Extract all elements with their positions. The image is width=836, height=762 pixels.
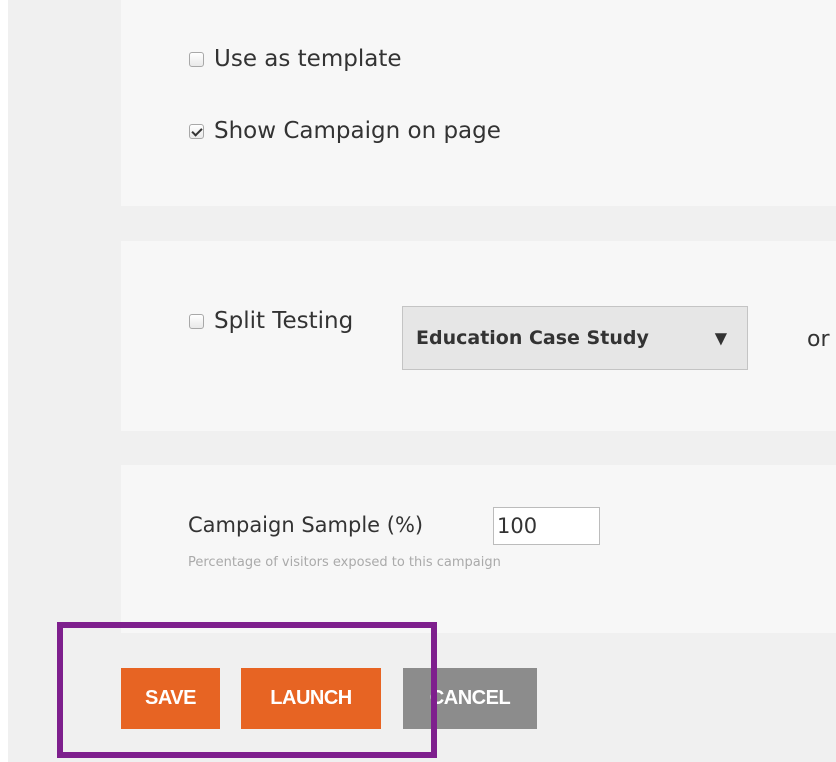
show-campaign-checkbox[interactable]: [189, 123, 204, 139]
split-testing-option[interactable]: Split Testing: [189, 308, 353, 334]
split-testing-trailing-text: or: [807, 327, 830, 352]
split-testing-checkbox[interactable]: [189, 313, 204, 329]
cancel-button[interactable]: CANCEL: [403, 668, 537, 729]
save-button[interactable]: SAVE: [121, 668, 220, 729]
split-testing-label: Split Testing: [214, 308, 354, 334]
use-as-template-checkbox[interactable]: [189, 51, 204, 67]
show-campaign-option[interactable]: Show Campaign on page: [189, 118, 501, 144]
options-panel: Use as template Show Campaign on page: [121, 0, 836, 206]
campaign-sample-panel: Campaign Sample (%) Percentage of visito…: [121, 465, 836, 633]
campaign-sample-help-text: Percentage of visitors exposed to this c…: [188, 555, 501, 570]
campaign-sample-label: Campaign Sample (%): [188, 513, 424, 537]
page-left-edge: [0, 0, 8, 762]
use-as-template-option[interactable]: Use as template: [189, 46, 402, 72]
campaign-sample-input[interactable]: [493, 507, 600, 545]
use-as-template-label: Use as template: [214, 46, 402, 72]
dropdown-arrow-icon: ▼: [714, 328, 727, 348]
split-testing-campaign-select[interactable]: Education Case Study ▼: [402, 306, 748, 370]
split-testing-panel: Split Testing Education Case Study ▼ or: [121, 241, 836, 431]
split-testing-selected-value: Education Case Study: [416, 327, 649, 349]
launch-button[interactable]: LAUNCH: [241, 668, 381, 729]
show-campaign-label: Show Campaign on page: [214, 118, 501, 144]
